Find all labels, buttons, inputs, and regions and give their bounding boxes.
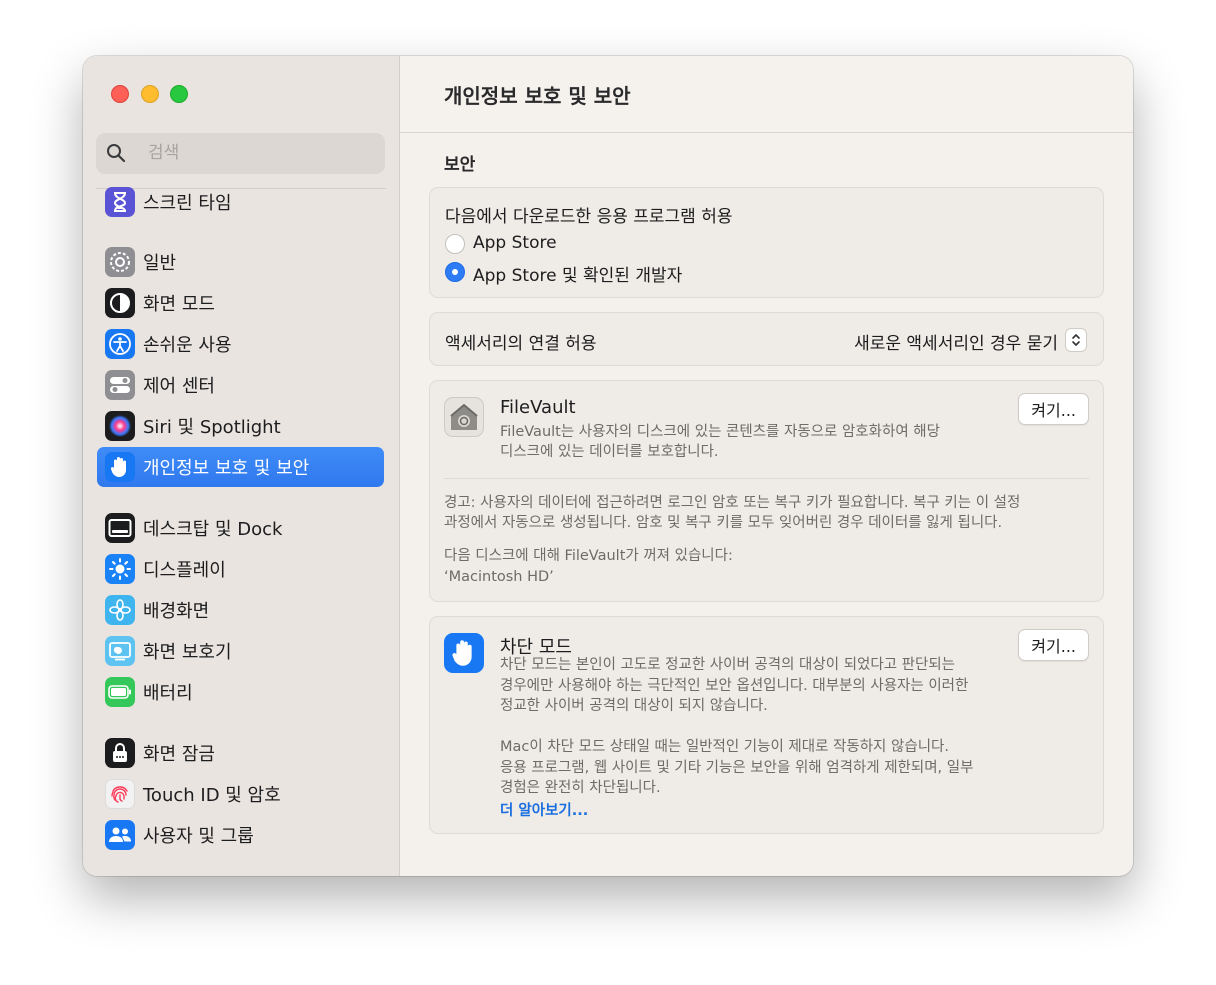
sidebar-item-label: 데스크탑 및 Dock [143,519,283,540]
hourglass-icon [105,187,135,217]
hand-icon [105,452,135,482]
download-heading: 다음에서 다운로드한 응용 프로그램 허용 [445,207,733,227]
sidebar-item-label: 손쉬운 사용 [143,335,232,356]
accessory-popup-value[interactable]: 새로운 액세서리인 경우 묻기 [854,329,1058,354]
lockdown-desc-line1: 차단 모드는 본인이 고도로 정교한 사이버 공격의 대상이 되었다고 판단되는 [500,657,956,673]
sidebar-item-general[interactable]: 일반 [97,242,384,282]
filevault-status-line1: 다음 디스크에 대해 FileVault가 꺼져 있습니다: [444,548,733,564]
radio-label-app-store-identified: App Store 및 확인된 개발자 [473,266,683,286]
screensaver-icon [105,636,135,666]
sidebar-item-label: 배경화면 [143,601,210,622]
lockdown-desc-line2: 경우에만 사용해야 하는 극단적인 보안 옵션입니다. 대부분의 사용자는 이러… [500,678,969,694]
battery-icon [105,677,135,707]
siri-icon [105,411,135,441]
lockdown-desc2-line2: 응용 프로그램, 웹 사이트 및 기타 기능은 보안을 위해 엄격하게 제한되며… [500,760,974,776]
sidebar-item-label: 제어 센터 [143,376,215,397]
sidebar-item-label: 개인정보 보호 및 보안 [143,458,310,479]
lock-icon [105,738,135,768]
filevault-desc-line1: FileVault는 사용자의 디스크에 있는 콘텐츠를 자동으로 암호화하여 … [500,424,940,440]
sidebar-item-label: 일반 [143,253,177,274]
brightness-icon [105,554,135,584]
section-title-security: 보안 [444,155,476,175]
sidebar-item-label: 디스플레이 [143,560,226,581]
main-content: 개인정보 보호 및 보안 보안 다음에서 다운로드한 응용 프로그램 허용 Ap… [400,56,1133,876]
dock-icon [105,513,135,543]
sidebar-item-desktop-dock[interactable]: 데스크탑 및 Dock [97,508,384,548]
sidebar-item-users-groups[interactable]: 사용자 및 그룹 [97,815,384,855]
page-title: 개인정보 보호 및 보안 [444,84,631,108]
sidebar-item-privacy-security[interactable]: 개인정보 보호 및 보안 [97,447,384,487]
lockdown-hand-icon [444,633,484,673]
sidebar-item-siri-spotlight[interactable]: Siri 및 Spotlight [97,406,384,446]
sidebar-item-label: 배터리 [143,683,193,704]
gear-icon [105,247,135,277]
chevron-up-down-icon [1072,334,1080,346]
sidebar-item-label: Siri 및 Spotlight [143,417,281,438]
sidebar-item-screen-time[interactable]: 스크린 타임 [97,182,384,222]
users-icon [105,820,135,850]
radio-app-store[interactable] [445,234,465,254]
sidebar-item-displays[interactable]: 디스플레이 [97,549,384,589]
main-header: 개인정보 보호 및 보안 [400,56,1133,133]
filevault-card: FileVault FileVault는 사용자의 디스크에 있는 콘텐츠를 자… [429,380,1104,602]
lockdown-card: 차단 모드 차단 모드는 본인이 고도로 정교한 사이버 공격의 대상이 되었다… [429,616,1104,834]
accessory-label: 액세서리의 연결 허용 [445,334,597,354]
lockdown-turn-on-button[interactable]: 켜기... [1018,629,1089,661]
filevault-divider [444,478,1089,479]
appearance-icon [105,288,135,318]
sidebar-item-label: Touch ID 및 암호 [143,785,281,806]
lockdown-desc2-line1: Mac이 차단 모드 상태일 때는 일반적인 기능이 제대로 작동하지 않습니다… [500,739,949,755]
accessibility-icon [105,329,135,359]
filevault-icon [444,397,484,437]
accessory-card: 액세서리의 연결 허용 새로운 액세서리인 경우 묻기 [429,312,1104,366]
flower-icon [105,595,135,625]
lockdown-desc-line3: 정교한 사이버 공격의 대상이 되지 않습니다. [500,698,768,714]
fingerprint-icon [105,779,135,809]
control-center-icon [105,370,135,400]
filevault-warning-line1: 경고: 사용자의 데이터에 접근하려면 로그인 암호 또는 복구 키가 필요합니… [444,495,1021,511]
sidebar-item-battery[interactable]: 배터리 [97,672,384,712]
sidebar-item-screen-saver[interactable]: 화면 보호기 [97,631,384,671]
sidebar-item-accessibility[interactable]: 손쉬운 사용 [97,324,384,364]
sidebar-item-appearance[interactable]: 화면 모드 [97,283,384,323]
sidebar: 검색 스크린 타임 일반 화면 모드 손쉬운 사용 제어 센터 Siri 및 S… [83,56,400,876]
filevault-turn-on-button[interactable]: 켜기... [1018,393,1089,425]
filevault-status-line2: ‘Macintosh HD’ [444,569,554,585]
sidebar-list: 스크린 타임 일반 화면 모드 손쉬운 사용 제어 센터 Siri 및 Spot… [83,56,399,876]
accessory-popup-stepper[interactable] [1065,328,1087,352]
filevault-title: FileVault [500,397,576,418]
download-permission-card: 다음에서 다운로드한 응용 프로그램 허용 App Store App Stor… [429,187,1104,298]
sidebar-item-control-center[interactable]: 제어 센터 [97,365,384,405]
sidebar-item-label: 사용자 및 그룹 [143,826,254,847]
settings-window: 검색 스크린 타임 일반 화면 모드 손쉬운 사용 제어 센터 Siri 및 S… [83,56,1133,876]
sidebar-item-wallpaper[interactable]: 배경화면 [97,590,384,630]
sidebar-item-lock-screen[interactable]: 화면 잠금 [97,733,384,773]
radio-app-store-identified[interactable] [445,262,465,282]
sidebar-item-label: 화면 보호기 [143,642,232,663]
filevault-warning-line2: 과정에서 자동으로 생성됩니다. 암호 및 복구 키를 모두 잊어버린 경우 데… [444,515,1003,531]
sidebar-item-touch-id[interactable]: Touch ID 및 암호 [97,774,384,814]
filevault-desc-line2: 디스크에 있는 데이터를 보호합니다. [500,444,719,460]
sidebar-item-label: 화면 잠금 [143,744,215,765]
radio-label-app-store: App Store [473,233,557,253]
sidebar-item-label: 스크린 타임 [143,193,232,214]
learn-more-link[interactable]: 더 알아보기... [500,799,588,820]
sidebar-item-label: 화면 모드 [143,294,215,315]
lockdown-desc2-line3: 경험은 완전히 차단됩니다. [500,780,661,796]
